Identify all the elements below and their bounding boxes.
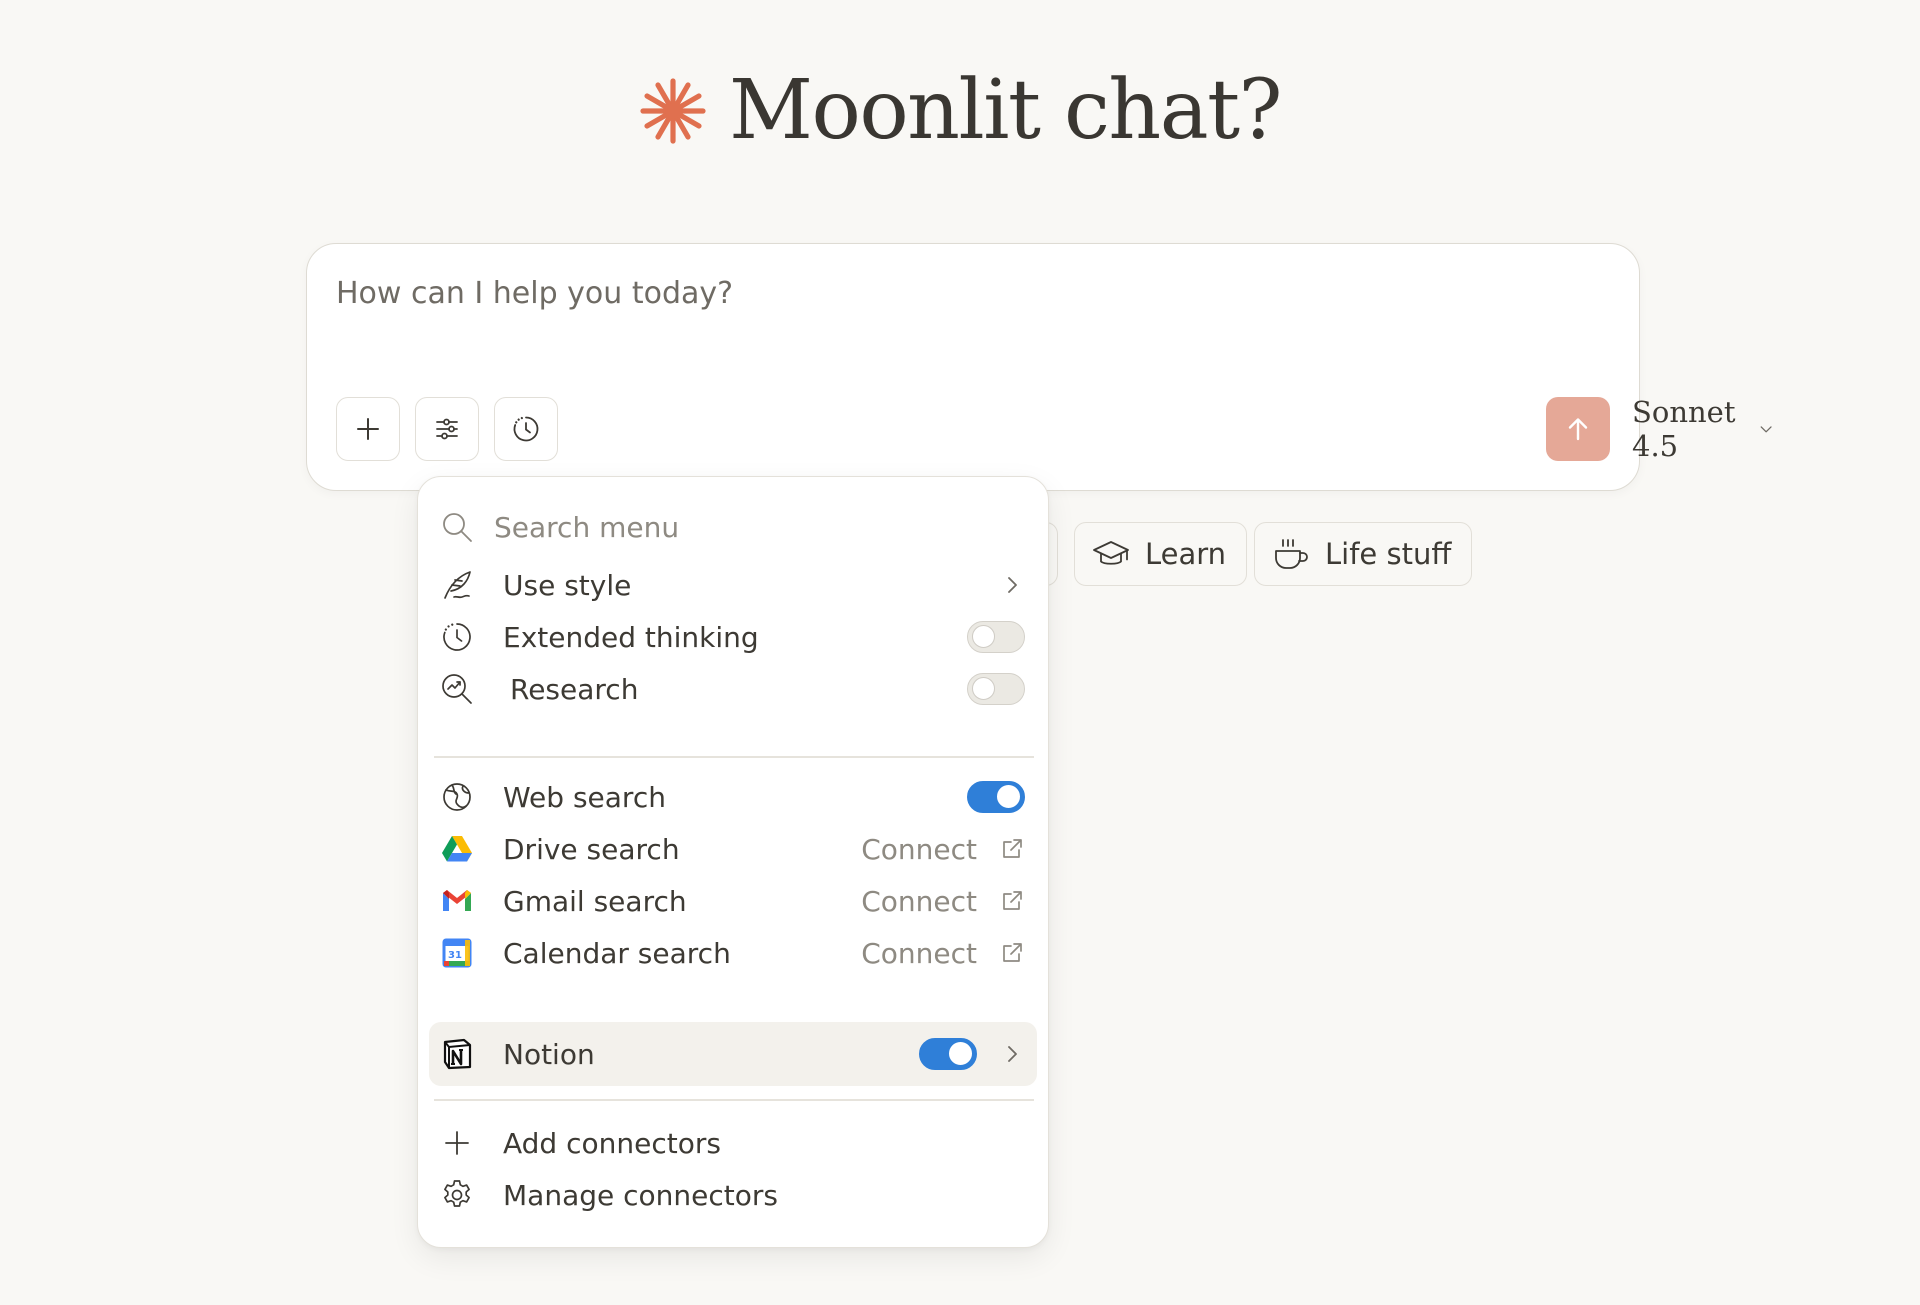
plus-icon bbox=[357, 418, 379, 440]
external-link-icon bbox=[999, 940, 1025, 966]
research-magnifier-icon bbox=[440, 672, 474, 706]
tools-button[interactable] bbox=[415, 397, 479, 461]
connect-link[interactable]: Connect bbox=[861, 833, 977, 866]
chip-life-stuff[interactable]: Life stuff bbox=[1254, 522, 1473, 586]
arrow-up-icon bbox=[1568, 418, 1588, 441]
notion-icon bbox=[440, 1037, 474, 1071]
tools-menu: Use style Extended thinking bbox=[417, 476, 1049, 1248]
menu-item-label: Drive search bbox=[503, 832, 680, 866]
research-toggle[interactable] bbox=[967, 673, 1025, 705]
svg-text:31: 31 bbox=[448, 950, 462, 961]
google-calendar-icon: 31 bbox=[440, 936, 474, 970]
sliders-icon bbox=[436, 418, 458, 440]
menu-item-label: Research bbox=[510, 672, 639, 706]
menu-item-label: Notion bbox=[503, 1037, 595, 1071]
app-root: Moonlit chat? Sonnet 4.5 bbox=[0, 0, 1920, 1305]
graduation-cap-icon bbox=[1093, 541, 1129, 565]
chip-learn[interactable]: Learn bbox=[1074, 522, 1248, 586]
chevron-right-icon bbox=[999, 1041, 1025, 1067]
page-title: Moonlit chat? bbox=[728, 63, 1283, 158]
send-button[interactable] bbox=[1546, 397, 1610, 461]
menu-item-label: Add connectors bbox=[503, 1126, 721, 1160]
gear-icon bbox=[440, 1178, 474, 1212]
composer: Sonnet 4.5 bbox=[306, 243, 1772, 491]
coffee-cup-icon bbox=[1275, 539, 1308, 569]
menu-divider bbox=[434, 1099, 1034, 1101]
extended-thinking-button[interactable] bbox=[494, 397, 558, 461]
search-icon bbox=[443, 513, 472, 542]
chevron-down-icon bbox=[1760, 426, 1772, 433]
globe-icon bbox=[440, 780, 474, 814]
menu-item-label: Gmail search bbox=[503, 884, 687, 918]
menu-item-label: Calendar search bbox=[503, 936, 731, 970]
gmail-icon bbox=[440, 884, 474, 918]
chip-label: Learn bbox=[1145, 537, 1227, 571]
menu-divider bbox=[434, 756, 1034, 758]
model-selector[interactable]: Sonnet 4.5 bbox=[1632, 395, 1776, 463]
model-label: Sonnet 4.5 bbox=[1632, 395, 1736, 463]
connect-link[interactable]: Connect bbox=[861, 885, 977, 918]
menu-search-input[interactable] bbox=[494, 510, 1014, 544]
add-button[interactable] bbox=[336, 397, 400, 461]
menu-item-label: Manage connectors bbox=[503, 1178, 778, 1212]
menu-item-label: Use style bbox=[503, 568, 632, 602]
menu-item-label: Extended thinking bbox=[503, 620, 759, 654]
menu-item-notion[interactable]: Notion bbox=[429, 1022, 1037, 1086]
menu-item-manage-connectors[interactable]: Manage connectors bbox=[429, 1163, 1037, 1227]
greeting: Moonlit chat? bbox=[0, 70, 1920, 152]
notion-toggle[interactable] bbox=[919, 1038, 977, 1070]
external-link-icon bbox=[999, 888, 1025, 914]
web-search-toggle[interactable] bbox=[967, 781, 1025, 813]
plus-icon bbox=[440, 1126, 474, 1160]
external-link-icon bbox=[999, 836, 1025, 862]
menu-item-research[interactable]: Research bbox=[429, 657, 1037, 721]
google-drive-icon bbox=[440, 832, 474, 866]
menu-item-label: Web search bbox=[503, 780, 666, 814]
prompt-input[interactable] bbox=[336, 276, 1596, 336]
connect-link[interactable]: Connect bbox=[861, 937, 977, 970]
clock-icon bbox=[513, 416, 539, 442]
chevron-right-icon bbox=[999, 572, 1025, 598]
asterisk-burst-icon bbox=[640, 78, 706, 144]
chip-label: Life stuff bbox=[1325, 537, 1452, 571]
clock-icon bbox=[440, 620, 474, 654]
feather-pen-icon bbox=[440, 568, 474, 602]
menu-item-calendar-search[interactable]: 31 Calendar search Connect bbox=[429, 921, 1037, 985]
menu-search bbox=[440, 499, 1030, 555]
extended-thinking-toggle[interactable] bbox=[967, 621, 1025, 653]
